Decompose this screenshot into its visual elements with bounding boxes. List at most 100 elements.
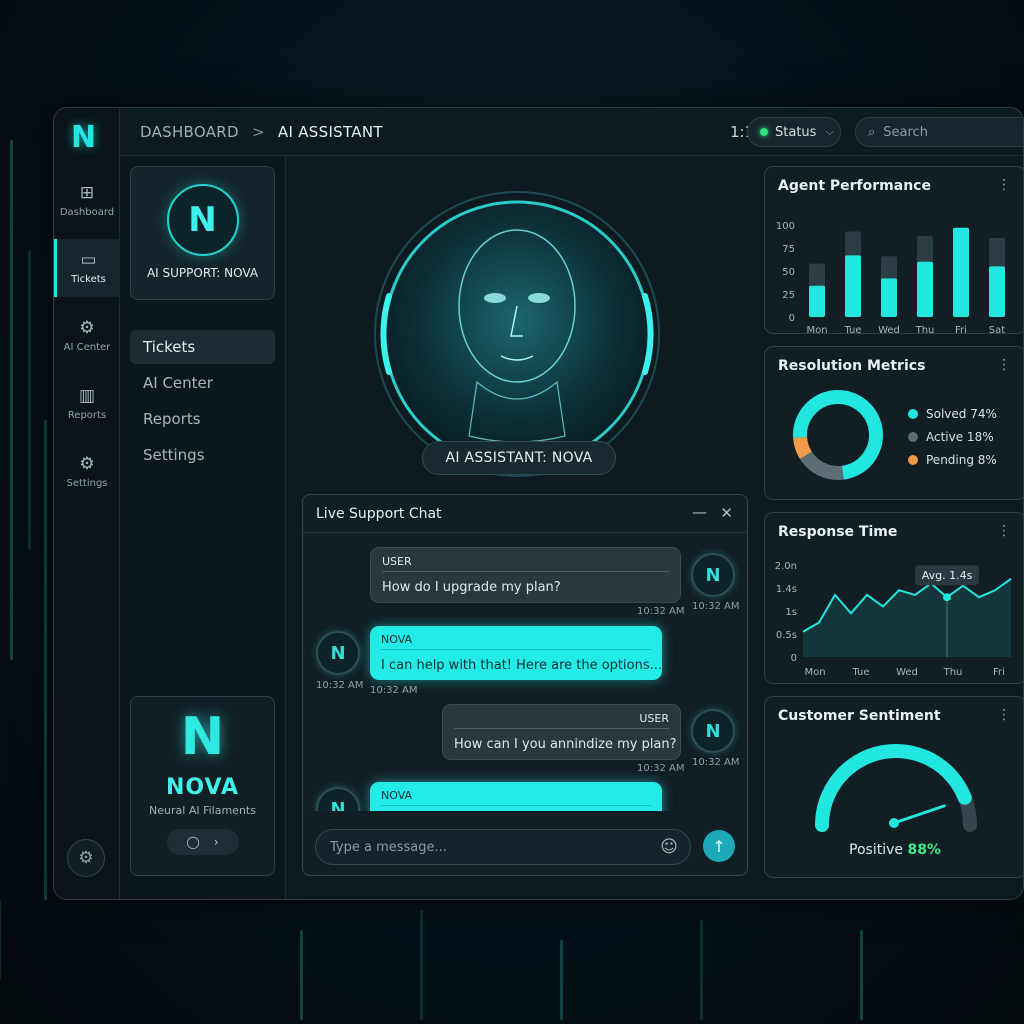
message-composer: ☺	[315, 829, 691, 865]
rail-item-dashboard[interactable]: ⊞ Dashboard	[54, 172, 120, 230]
bar	[989, 266, 1005, 317]
resolution-legend: Solved 74% Active 18% Pending 8%	[908, 402, 997, 471]
legend-dot-icon	[908, 431, 918, 442]
nova-avatar-icon: N	[316, 631, 360, 675]
message-sender: NOVA	[381, 789, 651, 806]
bar	[881, 278, 897, 317]
message-text: I can help with that! Here are the optio…	[381, 658, 663, 673]
avatar-time: 10:32 AM	[692, 601, 740, 612]
annotation-label: Avg. 1.4s	[922, 569, 973, 582]
x-tick-label: Fri	[955, 325, 967, 334]
brand-subtitle: Neural AI Filaments	[149, 804, 256, 817]
gauge-needle	[892, 804, 946, 825]
panel-title: Customer Sentiment	[778, 708, 941, 724]
emoji-icon[interactable]: ☺	[660, 837, 678, 857]
code-stream	[860, 930, 863, 1020]
panel-title: Resolution Metrics	[778, 358, 926, 374]
code-stream	[10, 140, 13, 660]
status-dot-icon	[760, 128, 768, 136]
code-stream	[700, 920, 703, 1020]
avg-point	[943, 593, 951, 602]
donut-slice	[800, 451, 844, 480]
brand-name: NOVA	[165, 775, 240, 800]
more-options-icon[interactable]: ⋮	[997, 523, 1011, 539]
code-stream	[560, 940, 563, 1020]
legend-item-active: Active 18%	[908, 425, 997, 448]
sidebar: N AI SUPPORT: NOVA Tickets AI Center Rep…	[120, 156, 286, 899]
sentiment-label: Positive	[849, 842, 903, 858]
chat-title: Live Support Chat	[316, 506, 442, 522]
chevron-right-icon: ›	[213, 835, 219, 849]
sidebar-item-ai-center[interactable]: AI Center	[130, 366, 275, 400]
rail-item-settings[interactable]: ⚙ Settings	[54, 443, 120, 501]
nova-avatar-icon: N	[691, 553, 735, 597]
message-user: USER How do I upgrade my plan?	[370, 547, 681, 603]
legend-label: Active 18%	[926, 429, 994, 444]
code-stream	[44, 420, 47, 900]
rail-item-reports[interactable]: ▥ Reports	[54, 375, 120, 433]
rail-item-label: AI Center	[63, 341, 111, 353]
status-dropdown[interactable]: Status ⌵	[747, 117, 841, 147]
rail-item-ai-center[interactable]: ⚙ AI Center	[54, 307, 120, 365]
live-support-chat: Live Support Chat — ✕ USER How do I upgr…	[302, 494, 748, 876]
y-tick-label: 25	[782, 290, 795, 301]
arrow-up-icon: ↑	[712, 836, 726, 856]
message-input[interactable]	[330, 839, 650, 855]
legend-item-solved: Solved 74%	[908, 402, 997, 425]
gauge-track	[815, 744, 977, 832]
y-tick-label: 0.5s	[776, 630, 797, 641]
x-tick-label: Mon	[806, 325, 827, 334]
message-user: USER How can I you annindize my plan?	[442, 704, 681, 760]
avatar-time: 10:32 AM	[692, 757, 740, 768]
gear-icon: ⚙	[78, 848, 94, 868]
logo-icon: N	[71, 120, 97, 155]
icon-rail: N ⊞ Dashboard ▭ Tickets ⚙ AI Center ▥ Re…	[54, 108, 120, 899]
area-fill	[803, 578, 1011, 657]
sentiment-value: Positive 88%	[765, 842, 1023, 858]
x-tick-label: Fri	[993, 667, 1005, 678]
ai-face-hologram	[374, 191, 660, 477]
brand-action-pill[interactable]: ◯ ›	[166, 829, 239, 855]
donut-slice	[793, 436, 813, 460]
brand-card: N NOVA Neural AI Filaments ◯ ›	[130, 696, 275, 876]
bar	[809, 285, 825, 317]
y-tick-label: 0	[791, 653, 797, 664]
agent-card[interactable]: N AI SUPPORT: NOVA	[130, 166, 275, 300]
nova-avatar-icon: N	[316, 787, 360, 811]
close-icon[interactable]: ✕	[720, 504, 733, 522]
message-time: 10:32 AM	[637, 763, 685, 774]
rail-item-label: Settings	[66, 477, 108, 489]
send-button[interactable]: ↑	[703, 830, 735, 862]
more-options-icon[interactable]: ⋮	[997, 707, 1011, 723]
sentiment-percent: 88%	[907, 842, 941, 858]
code-stream	[28, 250, 31, 550]
gear-icon: ⚙	[79, 317, 95, 338]
breadcrumb-root[interactable]: DASHBOARD	[140, 123, 239, 141]
message-list: USER How do I upgrade my plan? 10:32 AM …	[303, 533, 747, 811]
message-nova: NOVA I can help with that! Here are the …	[370, 626, 662, 680]
search-input[interactable]	[883, 124, 1023, 140]
settings-gear-button[interactable]: ⚙	[67, 839, 105, 877]
rail-item-tickets[interactable]: ▭ Tickets	[54, 239, 120, 297]
resolution-metrics-panel: Resolution Metrics ⋮ Solved 74% Active 1…	[764, 346, 1023, 500]
more-options-icon[interactable]: ⋮	[997, 177, 1011, 193]
customer-sentiment-panel: Customer Sentiment ⋮ Positive 88%	[764, 696, 1023, 878]
settings-icon: ⚙	[79, 453, 95, 474]
minimize-icon[interactable]: —	[692, 503, 707, 521]
more-options-icon[interactable]: ⋮	[997, 357, 1011, 373]
legend-dot-icon	[908, 408, 918, 419]
search-box[interactable]: ⌕	[855, 117, 1023, 147]
nova-emblem-icon: N	[180, 707, 225, 767]
sidebar-item-reports[interactable]: Reports	[130, 402, 275, 436]
sidebar-item-tickets[interactable]: Tickets	[130, 330, 275, 364]
response-time-panel: 2.0n 1.4s 1s 0.5s 0 Mon Tue Wed Thu Fri Avg. 1.4s …	[764, 512, 1023, 684]
assistant-area: AI ASSISTANT: NOVA Live Support Chat — ✕…	[286, 156, 764, 899]
status-label: Status	[775, 124, 817, 140]
rail-item-label: Dashboard	[59, 206, 115, 218]
sidebar-nav: Tickets AI Center Reports Settings	[130, 330, 275, 474]
x-tick-label: Tue	[843, 325, 861, 334]
message-time: 10:32 AM	[637, 606, 685, 617]
sidebar-item-settings[interactable]: Settings	[130, 438, 275, 472]
chat-ticket-icon: ▭	[80, 249, 97, 270]
y-tick-label: 2.0n	[775, 561, 797, 572]
